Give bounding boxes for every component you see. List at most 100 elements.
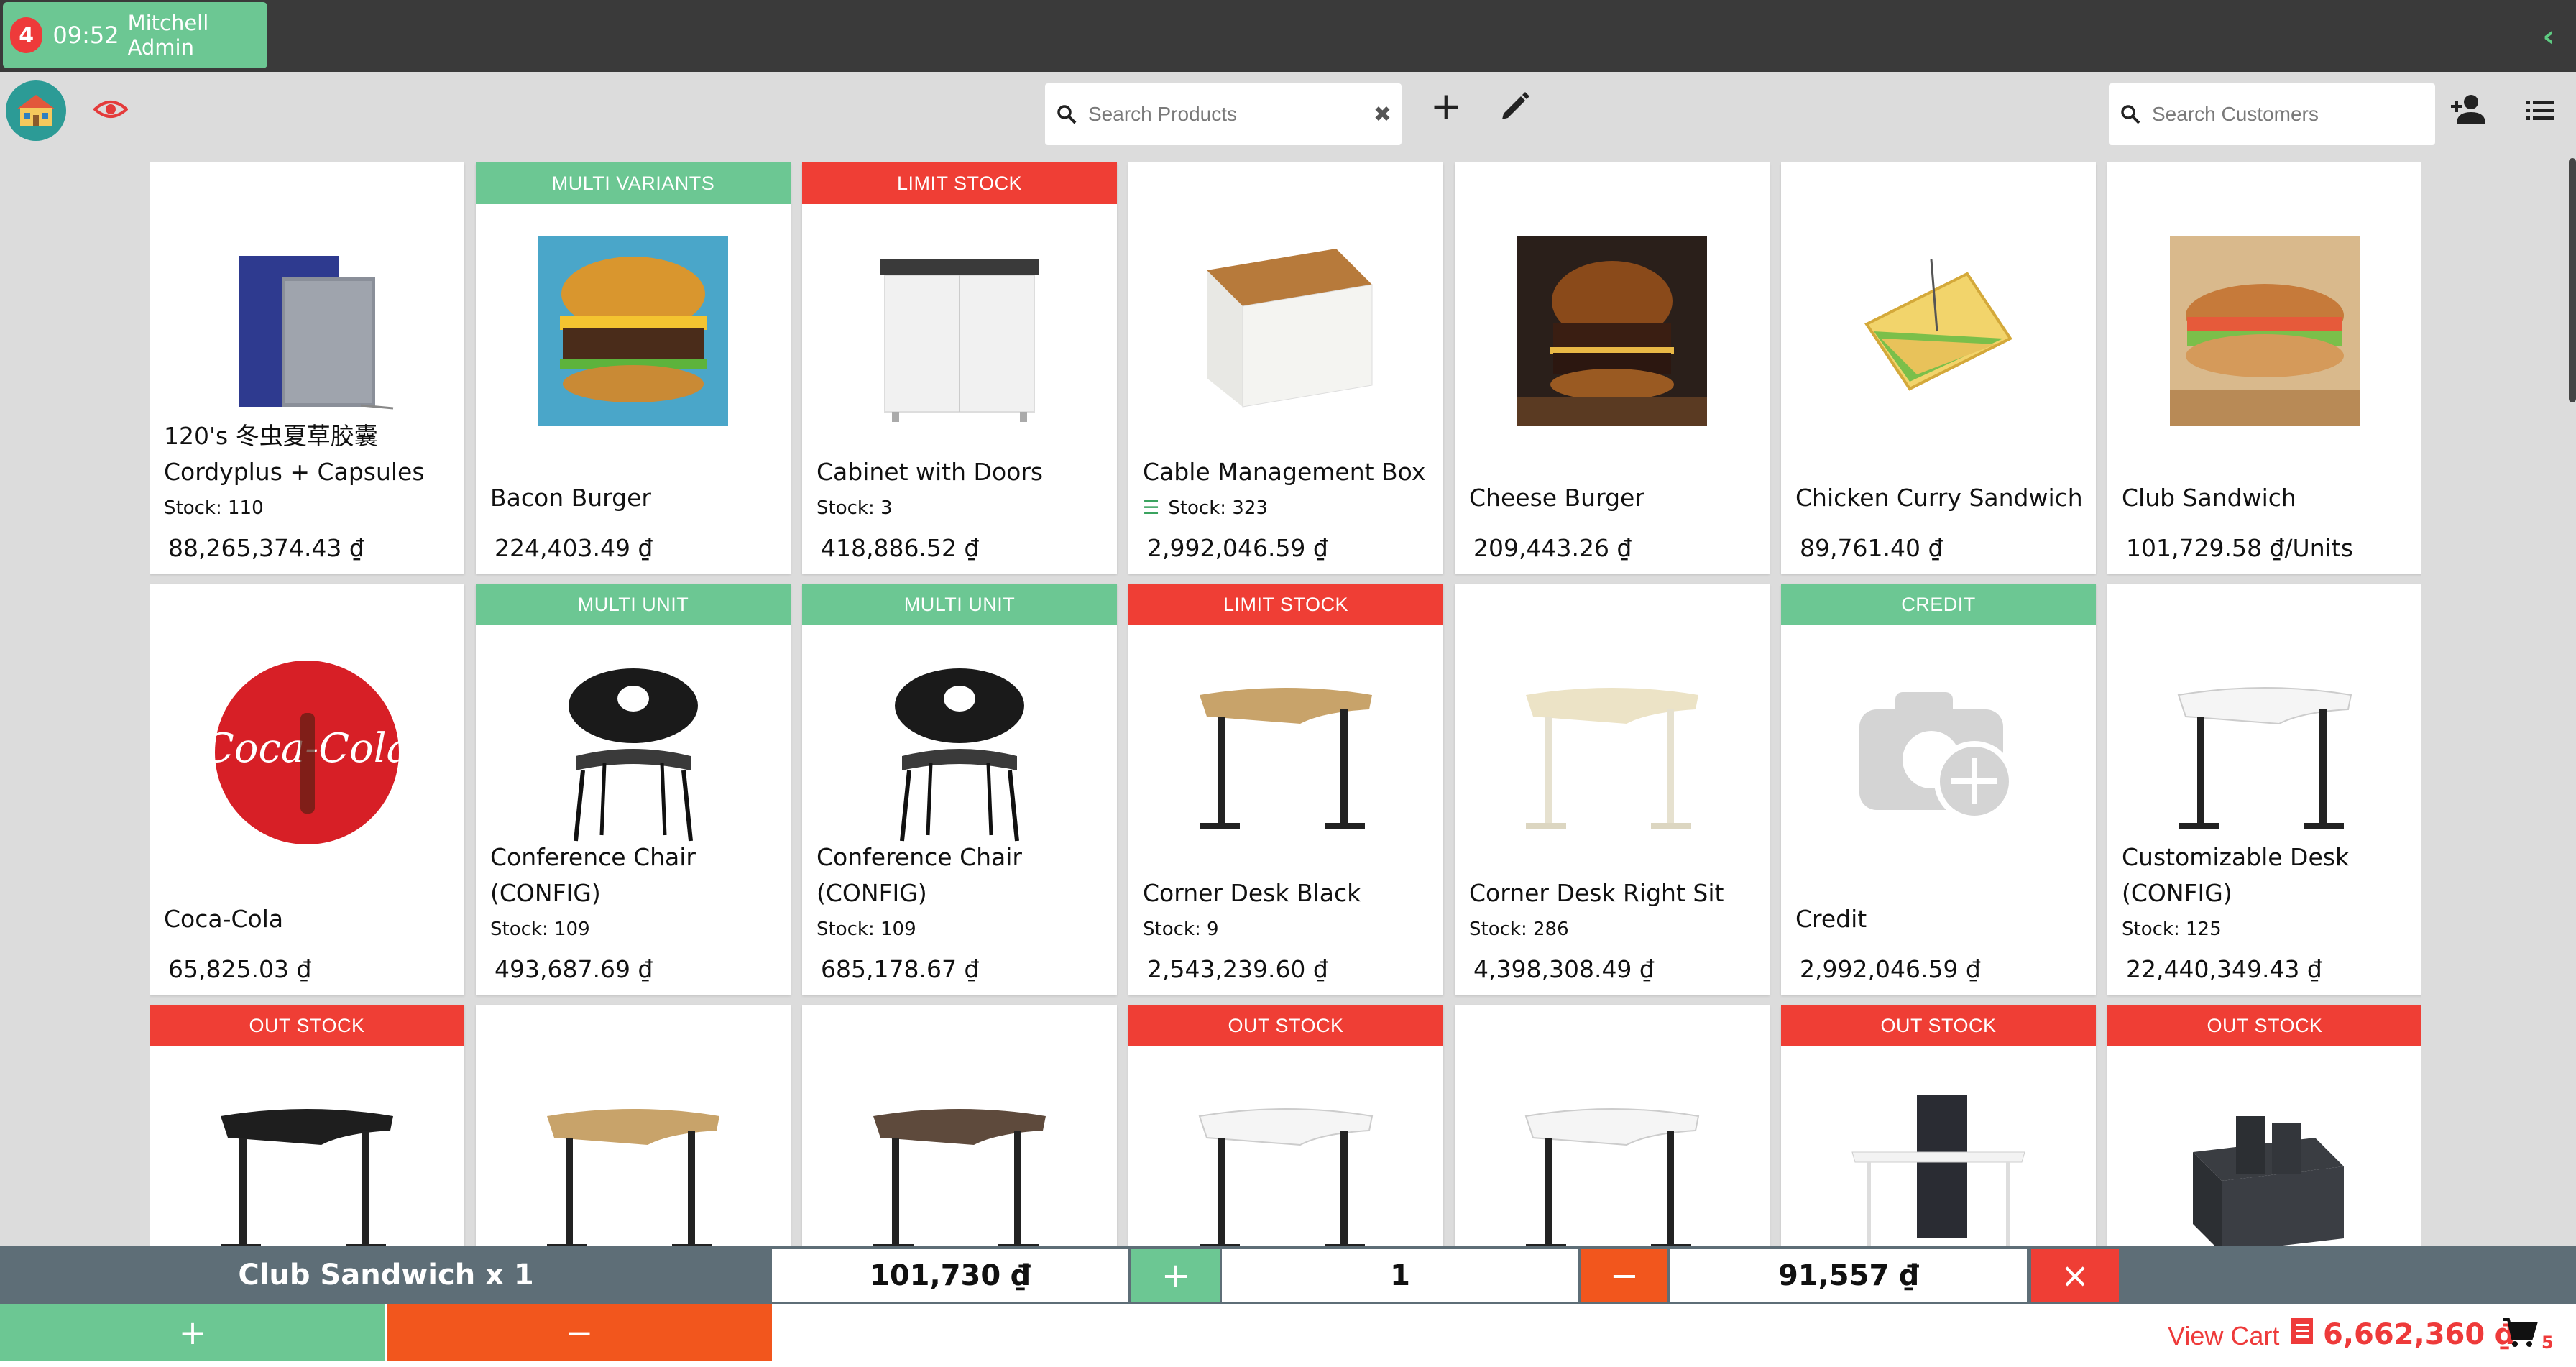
- product-price: 2,992,046.59 ₫: [1147, 534, 1328, 562]
- product-stock-text: Stock: 110: [164, 497, 264, 519]
- product-image: [210, 1077, 404, 1246]
- list-button[interactable]: [2526, 99, 2554, 122]
- product-stock-text: Stock: 109: [490, 919, 590, 940]
- product-stock: Stock: 110: [164, 497, 264, 519]
- product-ribbon: CREDIT: [1781, 584, 2096, 625]
- decrease-button[interactable]: −: [387, 1304, 772, 1361]
- remove-line-button[interactable]: ×: [2031, 1249, 2119, 1302]
- product-price: 418,886.52 ₫: [821, 534, 980, 562]
- search-customers[interactable]: Search Customers: [2109, 83, 2435, 145]
- product-card[interactable]: Corner Desk Right Sit Stock: 286 4,398,308…: [1455, 584, 1770, 995]
- product-ribbon: MULTI UNIT: [476, 584, 791, 625]
- product-image: [536, 1077, 730, 1246]
- add-user-icon: [2451, 95, 2485, 124]
- product-stock: Stock: 109: [490, 919, 590, 940]
- session-info[interactable]: 4 09:52 Mitchell Admin: [3, 2, 267, 68]
- product-card[interactable]: OUT STOCK: [1128, 1005, 1443, 1246]
- close-icon[interactable]: ✖: [1374, 102, 1392, 127]
- product-price: 209,443.26 ₫: [1473, 534, 1632, 562]
- product-image: [1841, 1077, 2036, 1246]
- product-grid: 120's 冬虫夏草胶囊 Cordyplus + Capsules Stock: …: [150, 162, 2421, 1246]
- product-card[interactable]: OUT STOCK: [1781, 1005, 2096, 1246]
- bottom-bar: + − View Cart 6,662,360 ₫ 5: [0, 1304, 2576, 1367]
- view-cart-link[interactable]: View Cart: [2168, 1321, 2279, 1351]
- product-name: Corner Desk Right Sit: [1469, 879, 1724, 907]
- product-ribbon: LIMIT STOCK: [802, 162, 1117, 204]
- product-card[interactable]: [802, 1005, 1117, 1246]
- product-price: 224,403.49 ₫: [494, 534, 653, 562]
- add-customer-button[interactable]: [2450, 93, 2487, 125]
- product-stock-text: Stock: 3: [816, 497, 893, 519]
- edit-button[interactable]: [1499, 91, 1531, 122]
- product-image: [1515, 655, 1709, 850]
- product-stock-text: Stock: 323: [1168, 497, 1268, 519]
- product-card[interactable]: OUT STOCK: [2107, 1005, 2421, 1246]
- product-card[interactable]: Chicken Curry Sandwich 89,761.40 ₫: [1781, 162, 2096, 574]
- product-ribbon: LIMIT STOCK: [1128, 584, 1443, 625]
- product-name: Bacon Burger: [490, 484, 651, 512]
- cart-count: 5: [2542, 1333, 2554, 1353]
- product-image: [1189, 234, 1383, 428]
- product-ribbon: OUT STOCK: [1781, 1005, 2096, 1046]
- search-icon: [1045, 103, 1088, 125]
- product-image: [2168, 1077, 2362, 1246]
- product-card[interactable]: CREDIT Credit 2,992,046.59 ₫: [1781, 584, 2096, 995]
- product-image: [1189, 1077, 1383, 1246]
- product-card[interactable]: MULTI VARIANTS Bacon Burger 224,403.49 ₫: [476, 162, 791, 574]
- notification-badge: 4: [10, 17, 43, 53]
- qty-decrease-button[interactable]: −: [1581, 1249, 1668, 1302]
- chevron-left-icon[interactable]: ‹: [2543, 20, 2554, 53]
- product-card[interactable]: MULTI UNIT Conference Chair (CONFIG) Stock…: [476, 584, 791, 995]
- product-image: [210, 234, 404, 428]
- product-card[interactable]: Club Sandwich 101,729.58 ₫/Units: [2107, 162, 2421, 574]
- product-card[interactable]: 120's 冬虫夏草胶囊 Cordyplus + Capsules Stock: …: [150, 162, 464, 574]
- unit-price-field[interactable]: 101,730 ₫: [772, 1249, 1128, 1302]
- scrollbar[interactable]: [2569, 158, 2576, 402]
- product-card[interactable]: [476, 1005, 791, 1246]
- product-image: [1515, 234, 1709, 428]
- product-image: [1189, 655, 1383, 850]
- product-card[interactable]: LIMIT STOCK Corner Desk Black Stock: 9 2,54…: [1128, 584, 1443, 995]
- product-price: 4,398,308.49 ₫: [1473, 955, 1655, 983]
- home-button[interactable]: [6, 80, 66, 141]
- product-card[interactable]: Coca-Cola Coca-Cola 65,825.03 ₫: [150, 584, 464, 995]
- product-price: 685,178.67 ₫: [821, 955, 980, 983]
- order-line-label: Club Sandwich x 1: [238, 1258, 534, 1292]
- product-stock-text: Stock: 286: [1469, 919, 1569, 940]
- product-card[interactable]: LIMIT STOCK Cabinet with Doors Stock: 3 418…: [802, 162, 1117, 574]
- product-name: Conference Chair (CONFIG): [816, 843, 1022, 907]
- product-name: Cheese Burger: [1469, 484, 1644, 512]
- product-card[interactable]: Cable Management Box ☰ Stock: 323 2,992,046…: [1128, 162, 1443, 574]
- search-customers-input[interactable]: Search Customers: [2152, 103, 2319, 126]
- search-products[interactable]: Search Products ✖: [1045, 83, 1402, 145]
- product-name: Conference Chair (CONFIG): [490, 843, 696, 907]
- product-card[interactable]: OUT STOCK: [150, 1005, 464, 1246]
- quantity-field[interactable]: 1: [1222, 1249, 1578, 1302]
- product-name: Customizable Desk (CONFIG): [2122, 843, 2350, 907]
- product-card[interactable]: Customizable Desk (CONFIG) Stock: 125 22,4…: [2107, 584, 2421, 995]
- product-image: [862, 1077, 1057, 1246]
- product-image: [1841, 234, 2036, 428]
- eye-button[interactable]: [93, 95, 129, 124]
- order-line-editor: Club Sandwich x 1 101,730 ₫ + 1 − 91,557…: [0, 1246, 2576, 1304]
- cart-total: 6,662,360 ₫: [2323, 1318, 2515, 1351]
- add-product-button[interactable]: +: [1430, 85, 1462, 128]
- discounted-price-field[interactable]: 91,557 ₫: [1670, 1249, 2027, 1302]
- product-name: Coca-Cola: [164, 905, 284, 933]
- product-card[interactable]: MULTI UNIT Conference Chair (CONFIG) Stock…: [802, 584, 1117, 995]
- search-products-input[interactable]: Search Products: [1088, 103, 1237, 126]
- product-name: 120's 冬虫夏草胶囊 Cordyplus + Capsules: [164, 422, 425, 486]
- increase-button[interactable]: +: [0, 1304, 385, 1361]
- product-card[interactable]: [1455, 1005, 1770, 1246]
- cart-icon[interactable]: [2501, 1317, 2539, 1350]
- product-price: 2,543,239.60 ₫: [1147, 955, 1328, 983]
- home-icon: [17, 95, 55, 126]
- qty-increase-button[interactable]: +: [1131, 1249, 1220, 1302]
- product-stock: Stock: 3: [816, 497, 893, 519]
- receipt-icon[interactable]: [2290, 1317, 2314, 1345]
- product-image: [536, 655, 730, 850]
- product-ribbon: OUT STOCK: [1128, 1005, 1443, 1046]
- session-time: 09:52: [52, 22, 119, 49]
- product-stock: Stock: 286: [1469, 919, 1569, 940]
- product-card[interactable]: Cheese Burger 209,443.26 ₫: [1455, 162, 1770, 574]
